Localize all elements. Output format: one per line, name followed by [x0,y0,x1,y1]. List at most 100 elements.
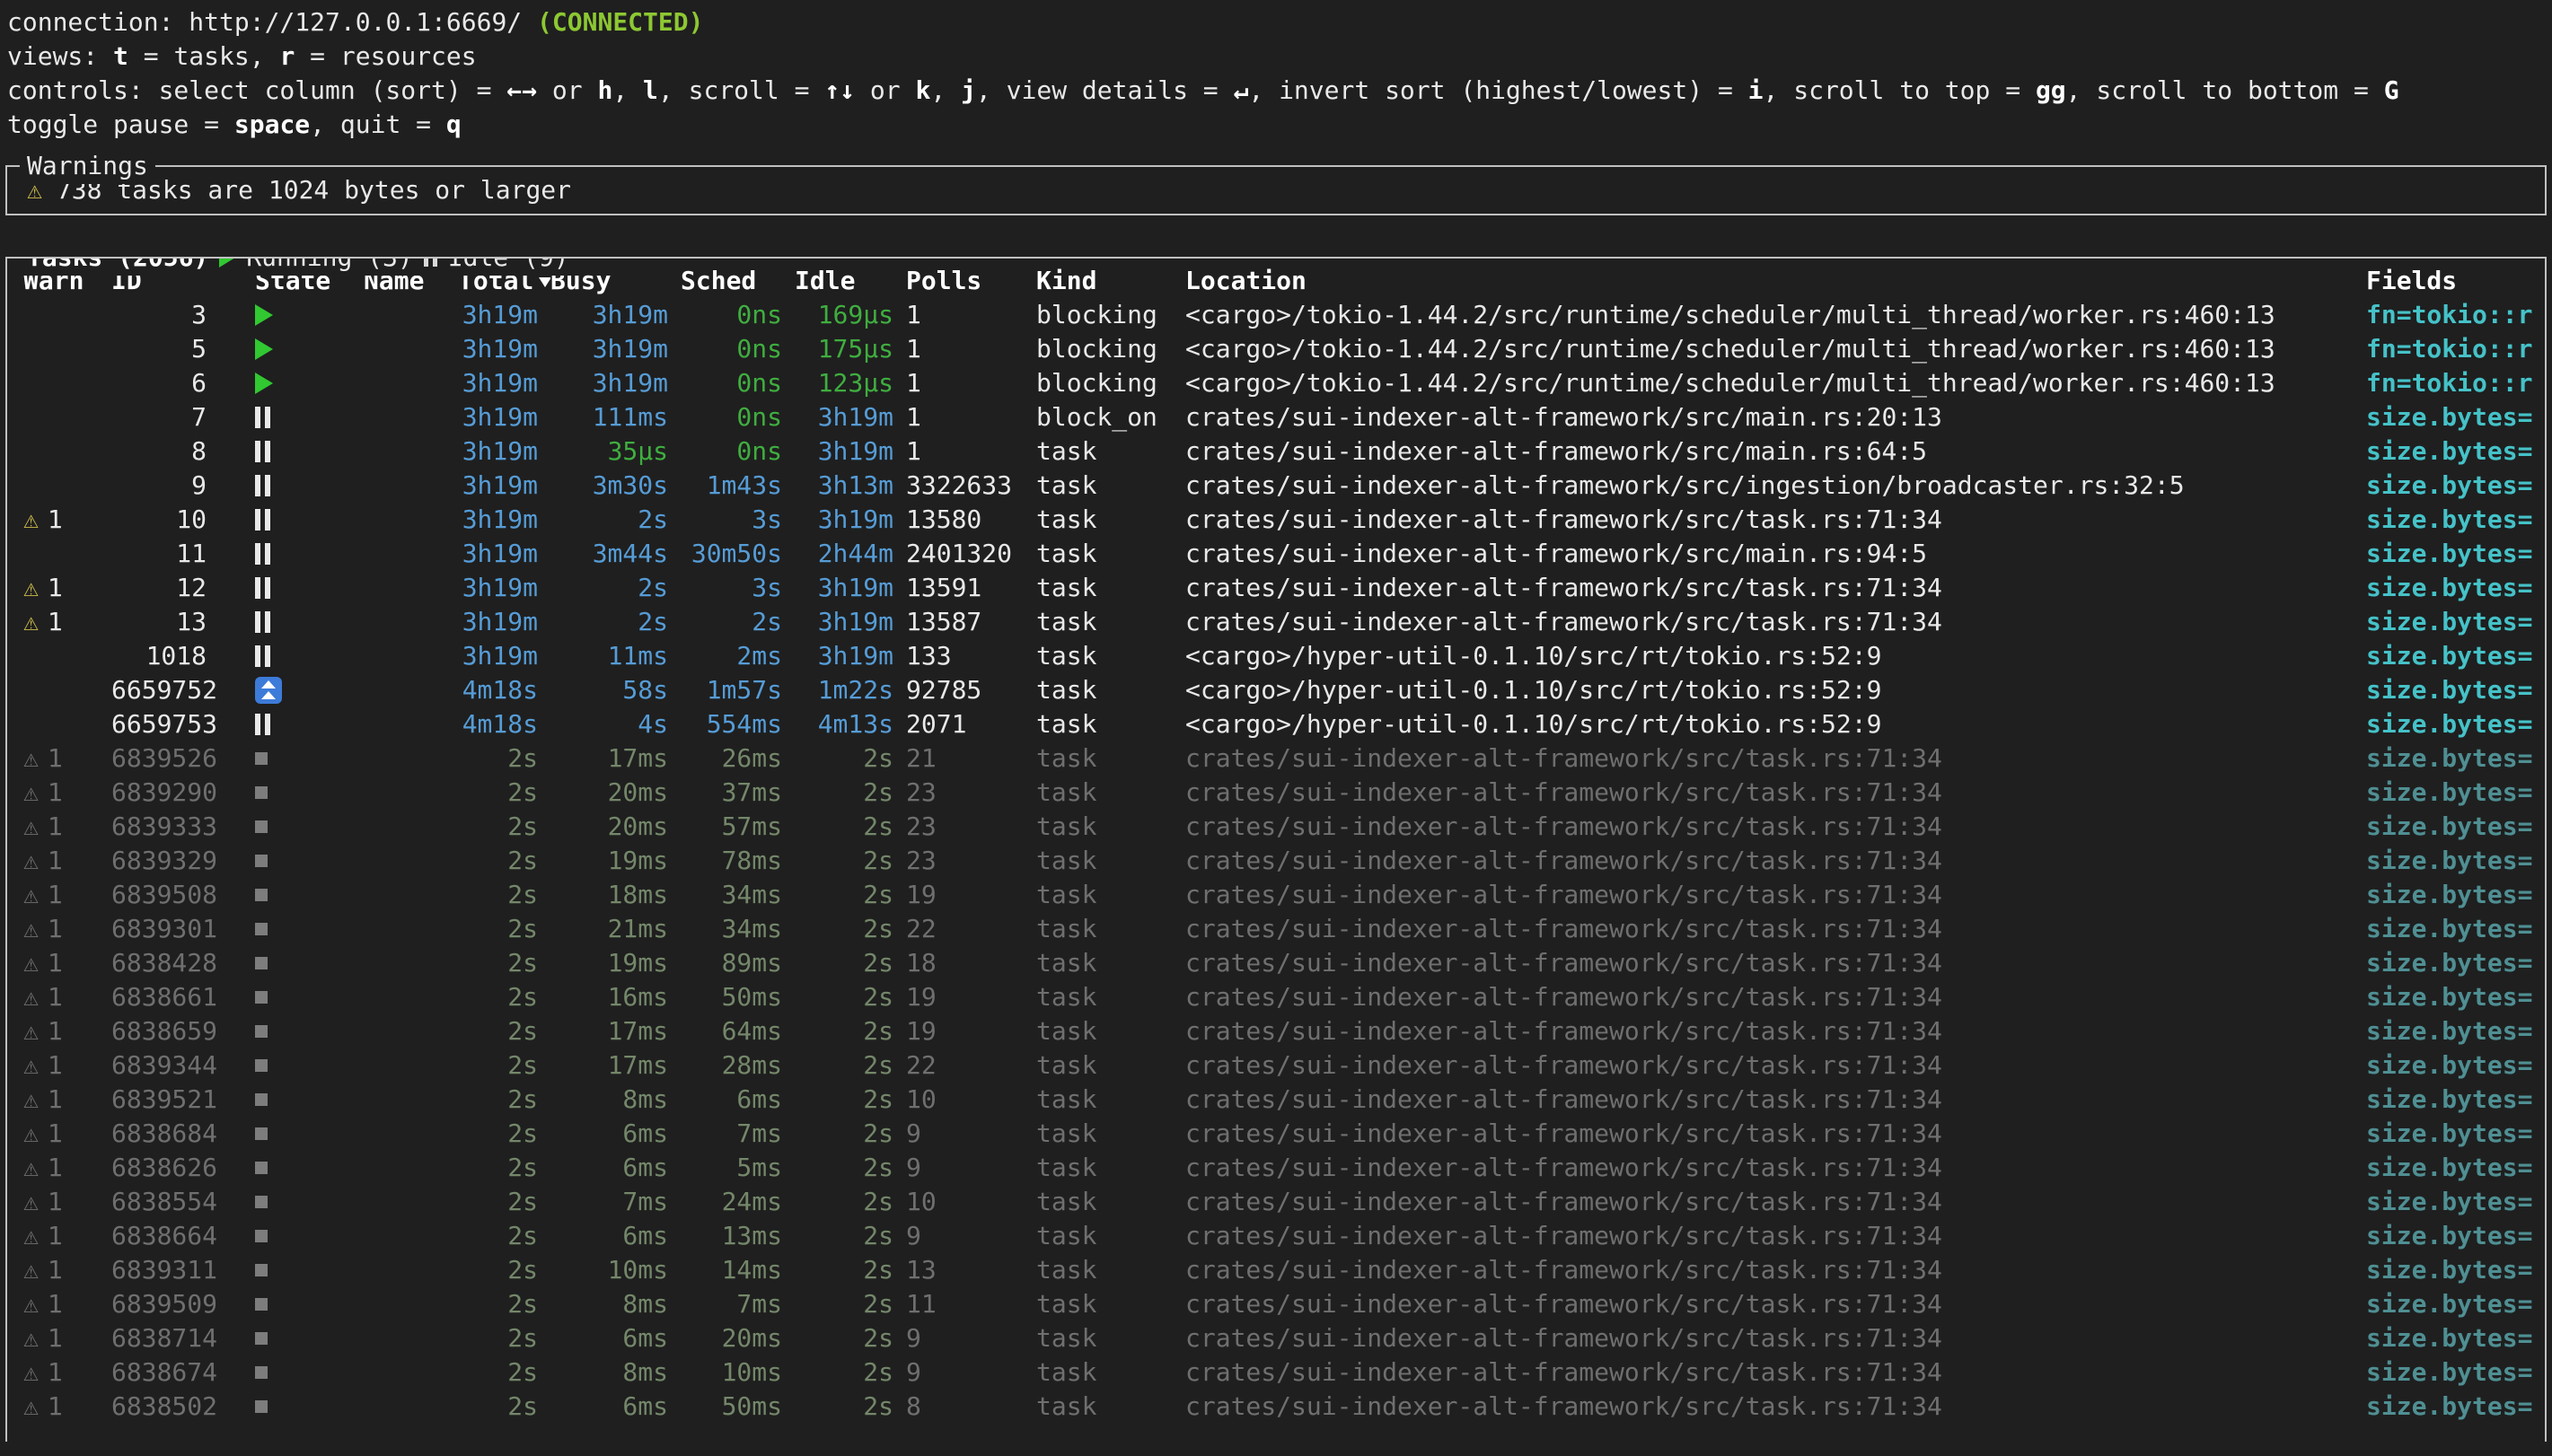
state-idle-icon [255,645,270,667]
task-row[interactable]: 8 3h19m 35µs 0ns 3h19m 1 task crates/sui… [7,434,2545,469]
task-row[interactable]: ⚠1 6838684 2s 6ms 7ms 2s 9 task crates/s… [7,1117,2545,1151]
task-kind: task [1036,1355,1185,1390]
task-row[interactable]: 6 3h19m 3h19m 0ns 123µs 1 blocking <carg… [7,366,2545,400]
task-kind: task [1036,503,1185,537]
column-header-location[interactable]: Location [1185,264,2366,298]
task-id: 6838428 [111,946,219,980]
task-row[interactable]: 6659752 4m18s 58s 1m57s 1m22s 92785 task… [7,673,2545,707]
task-row[interactable]: ⚠1 6838554 2s 7ms 24ms 2s 10 task crates… [7,1185,2545,1219]
sched-duration: 7ms [681,1287,795,1321]
task-row[interactable]: 7 3h19m 111ms 0ns 3h19m 1 block_on crate… [7,400,2545,434]
busy-duration: 3m30s [550,469,681,503]
task-row[interactable]: ⚠1 6839333 2s 20ms 57ms 2s 23 task crate… [7,810,2545,844]
polls-count: 23 [906,810,1036,844]
warn-cell: ⚠1 [23,980,111,1014]
idle-state-icon [424,257,437,267]
task-row[interactable]: ⚠1 6839509 2s 8ms 7ms 2s 11 task crates/… [7,1287,2545,1321]
task-row[interactable]: ⚠1 12 3h19m 2s 3s 3h19m 13591 task crate… [7,571,2545,605]
warn-cell: ⚠1 [23,776,111,810]
task-id: 6839509 [111,1287,219,1321]
polls-count: 9 [906,1151,1036,1185]
column-header-sched[interactable]: Sched [681,264,795,298]
sched-duration: 57ms [681,810,795,844]
views-text: views: [7,41,113,71]
task-name [364,571,458,605]
task-row[interactable]: ⚠1 6839521 2s 8ms 6ms 2s 10 task crates/… [7,1083,2545,1117]
state-cell [219,1083,364,1117]
task-location: crates/sui-indexer-alt-framework/src/tas… [1185,912,2366,946]
task-id: 6838674 [111,1355,219,1390]
task-fields: size.bytes= [2366,946,2545,980]
task-row[interactable]: ⚠1 6839508 2s 18ms 34ms 2s 19 task crate… [7,878,2545,912]
total-duration: 2s [458,1185,550,1219]
state-scheduled-icon [255,677,282,704]
sched-duration: 13ms [681,1219,795,1253]
state-cell [219,1219,364,1253]
task-row[interactable]: ⚠1 6839344 2s 17ms 28ms 2s 22 task crate… [7,1048,2545,1083]
total-duration: 3h19m [458,332,550,366]
task-id: 6838664 [111,1219,219,1253]
task-name [364,912,458,946]
task-kind: task [1036,469,1185,503]
idle-duration: 2s [795,776,906,810]
task-row[interactable]: 9 3h19m 3m30s 1m43s 3h13m 3322633 task c… [7,469,2545,503]
task-name [364,1117,458,1151]
task-row[interactable]: ⚠1 6838626 2s 6ms 5ms 2s 9 task crates/s… [7,1151,2545,1185]
state-running-icon [255,304,273,326]
task-row[interactable]: ⚠1 10 3h19m 2s 3s 3h19m 13580 task crate… [7,503,2545,537]
task-row[interactable]: 6659753 4m18s 4s 554ms 4m13s 2071 task <… [7,707,2545,741]
task-row[interactable]: ⚠1 6839329 2s 19ms 78ms 2s 23 task crate… [7,844,2545,878]
idle-duration: 2s [795,1185,906,1219]
task-row[interactable]: ⚠1 6839301 2s 21ms 34ms 2s 22 task crate… [7,912,2545,946]
warn-count: 1 [48,605,63,639]
polls-count: 133 [906,639,1036,673]
sched-duration: 0ns [681,366,795,400]
task-kind: task [1036,434,1185,469]
idle-duration: 169µs [795,298,906,332]
task-row[interactable]: ⚠1 6839290 2s 20ms 37ms 2s 23 task crate… [7,776,2545,810]
task-location: <cargo>/tokio-1.44.2/src/runtime/schedul… [1185,332,2366,366]
task-kind: task [1036,1151,1185,1185]
state-cell [219,1321,364,1355]
state-cell [219,1287,364,1321]
task-row[interactable]: ⚠1 6838674 2s 8ms 10ms 2s 9 task crates/… [7,1355,2545,1390]
task-row[interactable]: ⚠1 6838502 2s 6ms 50ms 2s 8 task crates/… [7,1390,2545,1424]
sched-duration: 0ns [681,332,795,366]
task-row[interactable]: 3 3h19m 3h19m 0ns 169µs 1 blocking <carg… [7,298,2545,332]
task-row[interactable]: ⚠1 6838659 2s 17ms 64ms 2s 19 task crate… [7,1014,2545,1048]
task-id: 6838714 [111,1321,219,1355]
busy-duration: 111ms [550,400,681,434]
idle-duration: 2s [795,1287,906,1321]
column-header-polls[interactable]: Polls [906,264,1036,298]
task-row[interactable]: ⚠1 6839311 2s 10ms 14ms 2s 13 task crate… [7,1253,2545,1287]
warning-icon: ⚠ [23,1390,39,1424]
column-header-kind[interactable]: Kind [1036,264,1185,298]
task-fields: size.bytes= [2366,810,2545,844]
task-row[interactable]: 1018 3h19m 11ms 2ms 3h19m 133 task <carg… [7,639,2545,673]
warn-count: 1 [48,1151,63,1185]
task-row[interactable]: 11 3h19m 3m44s 30m50s 2h44m 2401320 task… [7,537,2545,571]
polls-count: 1 [906,434,1036,469]
task-row[interactable]: ⚠1 13 3h19m 2s 2s 3h19m 13587 task crate… [7,605,2545,639]
task-name [364,537,458,571]
task-row[interactable]: ⚠1 6838714 2s 6ms 20ms 2s 9 task crates/… [7,1321,2545,1355]
state-cell [219,434,364,469]
task-name [364,469,458,503]
task-id: 7 [111,400,219,434]
idle-duration: 2s [795,1014,906,1048]
task-row[interactable]: ⚠1 6838664 2s 6ms 13ms 2s 9 task crates/… [7,1219,2545,1253]
column-header-idle[interactable]: Idle [795,264,906,298]
warn-cell [23,639,111,673]
column-header-fields[interactable]: Fields [2366,264,2545,298]
controls-text: or [537,75,597,105]
task-row[interactable]: ⚠1 6838661 2s 16ms 50ms 2s 19 task crate… [7,980,2545,1014]
task-location: crates/sui-indexer-alt-framework/src/mai… [1185,537,2366,571]
warn-cell [23,537,111,571]
task-id: 6839333 [111,810,219,844]
task-row[interactable]: ⚠1 6838428 2s 19ms 89ms 2s 18 task crate… [7,946,2545,980]
task-id: 11 [111,537,219,571]
task-row[interactable]: ⚠1 6839526 2s 17ms 26ms 2s 21 task crate… [7,741,2545,776]
task-row[interactable]: 5 3h19m 3h19m 0ns 175µs 1 blocking <carg… [7,332,2545,366]
controls-text: , [612,75,643,105]
task-kind: task [1036,776,1185,810]
